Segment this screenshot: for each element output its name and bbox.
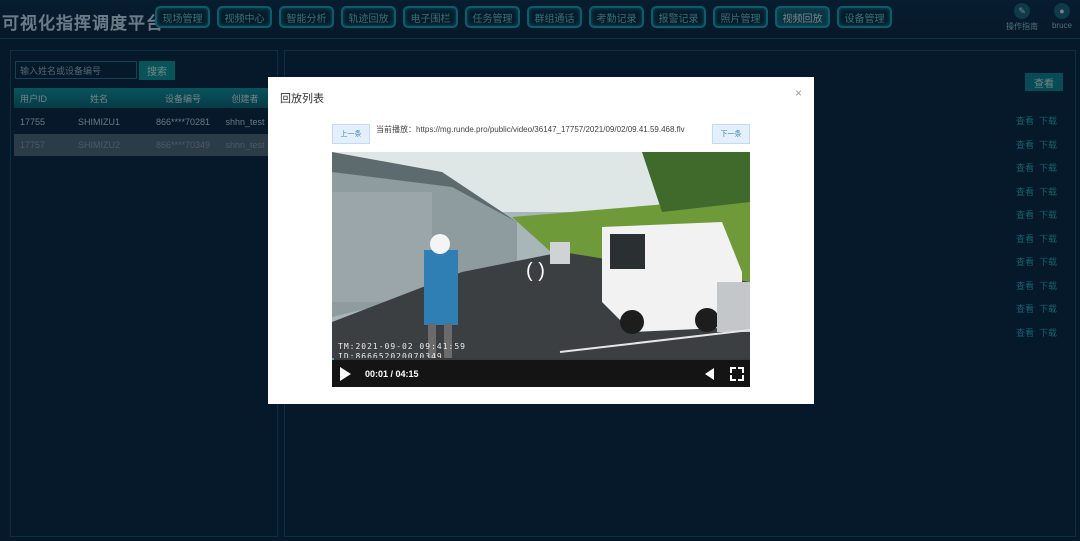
player-controls: 00:01 / 04:15: [332, 360, 750, 387]
next-button[interactable]: 下一条: [712, 124, 750, 144]
play-icon[interactable]: [340, 366, 351, 381]
close-icon[interactable]: ×: [795, 86, 802, 100]
loading-spinner-icon: ( ): [526, 260, 545, 282]
video-player[interactable]: ( ) TM:2021-09-02 09:41:59 ID:8666520200…: [332, 152, 750, 387]
prev-button[interactable]: 上一条: [332, 124, 370, 144]
osd-time: TM:2021-09-02 09:41:59: [338, 342, 466, 351]
volume-icon[interactable]: [705, 368, 714, 380]
current-label: 当前播放：: [376, 125, 416, 134]
dialog-title: 回放列表: [280, 93, 324, 105]
current-url: https://mg.runde.pro/public/video/36147_…: [416, 125, 685, 134]
current-playing: 当前播放：https://mg.runde.pro/public/video/3…: [376, 125, 706, 135]
fullscreen-icon[interactable]: [730, 367, 744, 381]
playback-dialog: 回放列表 × 上一条 当前播放：https://mg.runde.pro/pub…: [268, 77, 814, 404]
time-display: 00:01 / 04:15: [365, 368, 419, 379]
